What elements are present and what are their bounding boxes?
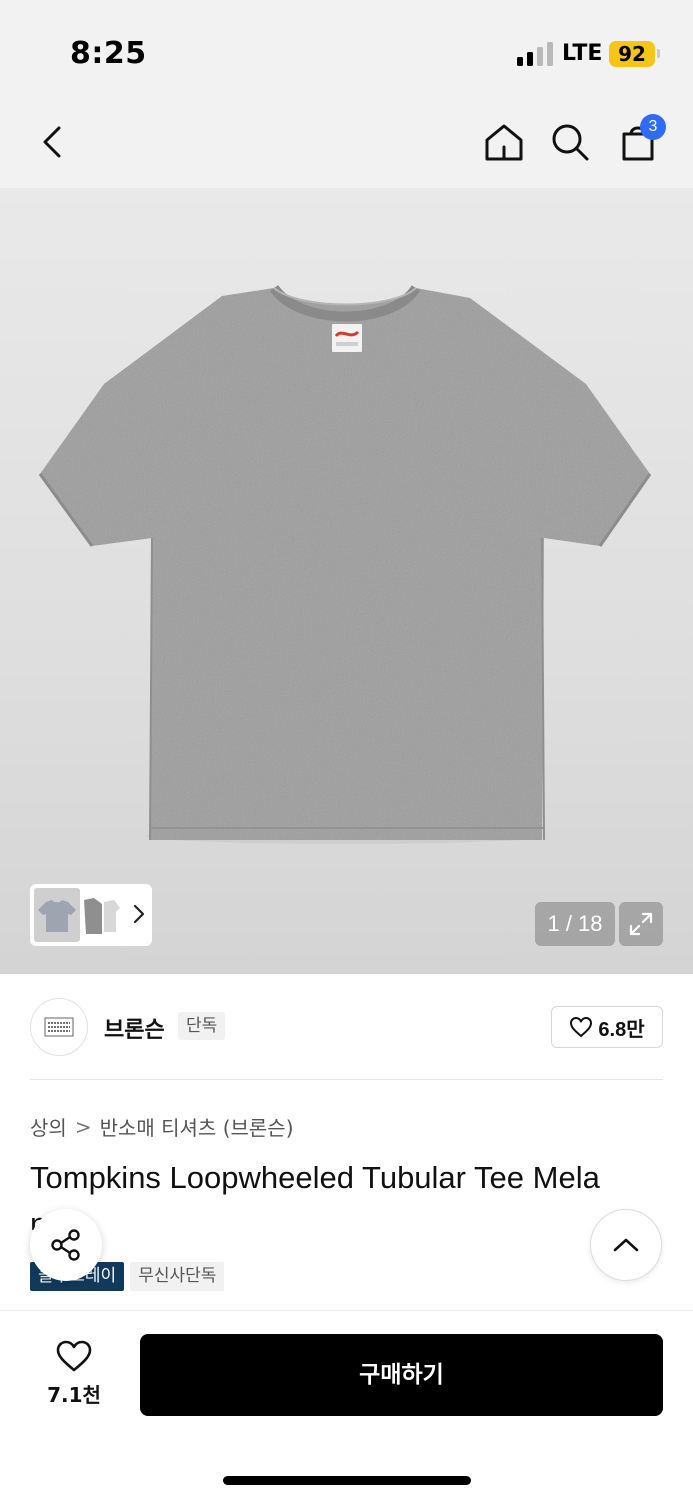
thumbnail-secondary[interactable] — [80, 892, 124, 938]
network-label: LTE — [562, 41, 603, 66]
section-divider — [30, 1079, 663, 1080]
cart-count-badge: 3 — [640, 114, 666, 140]
scroll-to-top-button[interactable] — [590, 1209, 662, 1281]
expand-icon — [629, 912, 653, 936]
share-icon — [51, 1229, 80, 1261]
product-title: Tompkins Loopwheeled Tubular Tee Mela — [30, 1160, 600, 1195]
breadcrumb-separator: > — [74, 1114, 92, 1139]
image-page-counter: 1 / 18 — [535, 902, 615, 946]
buy-button[interactable]: 구매하기 — [140, 1334, 663, 1416]
brand-logo[interactable] — [30, 998, 88, 1056]
brand-name[interactable]: 브론슨 — [104, 1012, 165, 1044]
heart-outline-icon — [56, 1340, 92, 1372]
thumbnail-strip[interactable] — [30, 884, 152, 946]
breadcrumb-subcategory[interactable]: 반소매 티셔츠 (브론슨) — [100, 1112, 294, 1141]
home-icon — [485, 124, 523, 161]
share-button[interactable] — [30, 1209, 102, 1281]
breadcrumb: 상의 > 반소매 티셔츠 (브론슨) — [30, 1112, 294, 1141]
status-bar: 8:25 LTE 92 — [0, 0, 693, 100]
brand-like-button[interactable]: 6.8만 — [551, 1006, 663, 1048]
signal-strength-icon — [517, 42, 553, 66]
search-icon — [552, 124, 589, 161]
thumbnail-tshirt-icon — [38, 900, 76, 932]
thumbnail-next-icon[interactable] — [132, 902, 146, 926]
back-chevron-icon — [43, 126, 61, 158]
bottom-action-bar: 7.1천 구매하기 — [0, 1310, 693, 1500]
product-tag-exclusive: 무신사단독 — [130, 1262, 225, 1291]
search-button[interactable] — [546, 118, 594, 166]
wishlist-button[interactable]: 7.1천 — [38, 1339, 110, 1409]
brand-logo-mark — [44, 1017, 74, 1037]
status-time: 8:25 — [70, 36, 147, 71]
cart-button[interactable]: 3 — [614, 114, 666, 166]
breadcrumb-category[interactable]: 상의 — [30, 1112, 67, 1141]
heart-outline-icon — [570, 1017, 593, 1037]
brand-exclusive-tag: 단독 — [178, 1012, 226, 1040]
home-indicator — [223, 1476, 471, 1485]
product-image-carousel[interactable]: 1 / 18 — [0, 188, 693, 974]
back-button[interactable] — [28, 118, 76, 166]
product-photo-tshirt — [38, 284, 652, 844]
battery-tip — [657, 49, 660, 58]
brand-row: 브론슨 단독 6.8만 — [30, 998, 663, 1058]
expand-image-button[interactable] — [619, 902, 663, 946]
wishlist-count: 7.1천 — [47, 1383, 101, 1407]
thumbnail-active[interactable] — [34, 888, 80, 942]
home-button[interactable] — [480, 118, 528, 166]
top-nav-bar: 3 — [0, 100, 693, 188]
chevron-up-icon — [613, 1238, 639, 1252]
battery-indicator: 92 — [609, 41, 655, 67]
brand-like-count: 6.8만 — [598, 1018, 645, 1041]
